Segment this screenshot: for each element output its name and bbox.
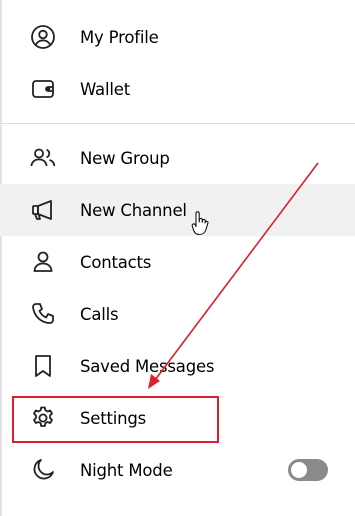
- menu-item-label: New Channel: [80, 200, 187, 220]
- moon-icon: [28, 455, 58, 485]
- night-mode-toggle[interactable]: [288, 459, 328, 481]
- menu-item-label: Saved Messages: [80, 356, 215, 376]
- menu-item-contacts[interactable]: Contacts: [0, 236, 355, 288]
- wallet-icon: [28, 74, 58, 104]
- phone-icon: [28, 299, 58, 329]
- menu-item-saved-messages[interactable]: Saved Messages: [0, 340, 355, 392]
- annotation-highlight-box: [12, 396, 219, 443]
- menu-item-new-group[interactable]: New Group: [0, 132, 355, 184]
- megaphone-icon: [28, 195, 58, 225]
- menu-item-new-channel[interactable]: New Channel: [0, 184, 355, 236]
- hand-cursor-icon: [191, 211, 209, 236]
- user-circle-icon: [28, 22, 58, 52]
- menu-item-label: Wallet: [80, 79, 130, 99]
- side-menu: My Profile Wallet New Group New Channel …: [0, 0, 355, 516]
- users-icon: [28, 143, 58, 173]
- bookmark-icon: [28, 351, 58, 381]
- menu-item-label: My Profile: [80, 27, 159, 47]
- menu-item-label: Calls: [80, 304, 119, 324]
- menu-item-wallet[interactable]: Wallet: [0, 63, 355, 115]
- menu-item-label: Night Mode: [80, 460, 173, 480]
- toggle-knob: [291, 462, 307, 478]
- menu-divider: [0, 123, 355, 124]
- menu-item-calls[interactable]: Calls: [0, 288, 355, 340]
- menu-item-label: Contacts: [80, 252, 152, 272]
- menu-item-my-profile[interactable]: My Profile: [0, 11, 355, 63]
- user-icon: [28, 247, 58, 277]
- menu-item-night-mode[interactable]: Night Mode: [0, 444, 355, 496]
- menu-item-label: New Group: [80, 148, 170, 168]
